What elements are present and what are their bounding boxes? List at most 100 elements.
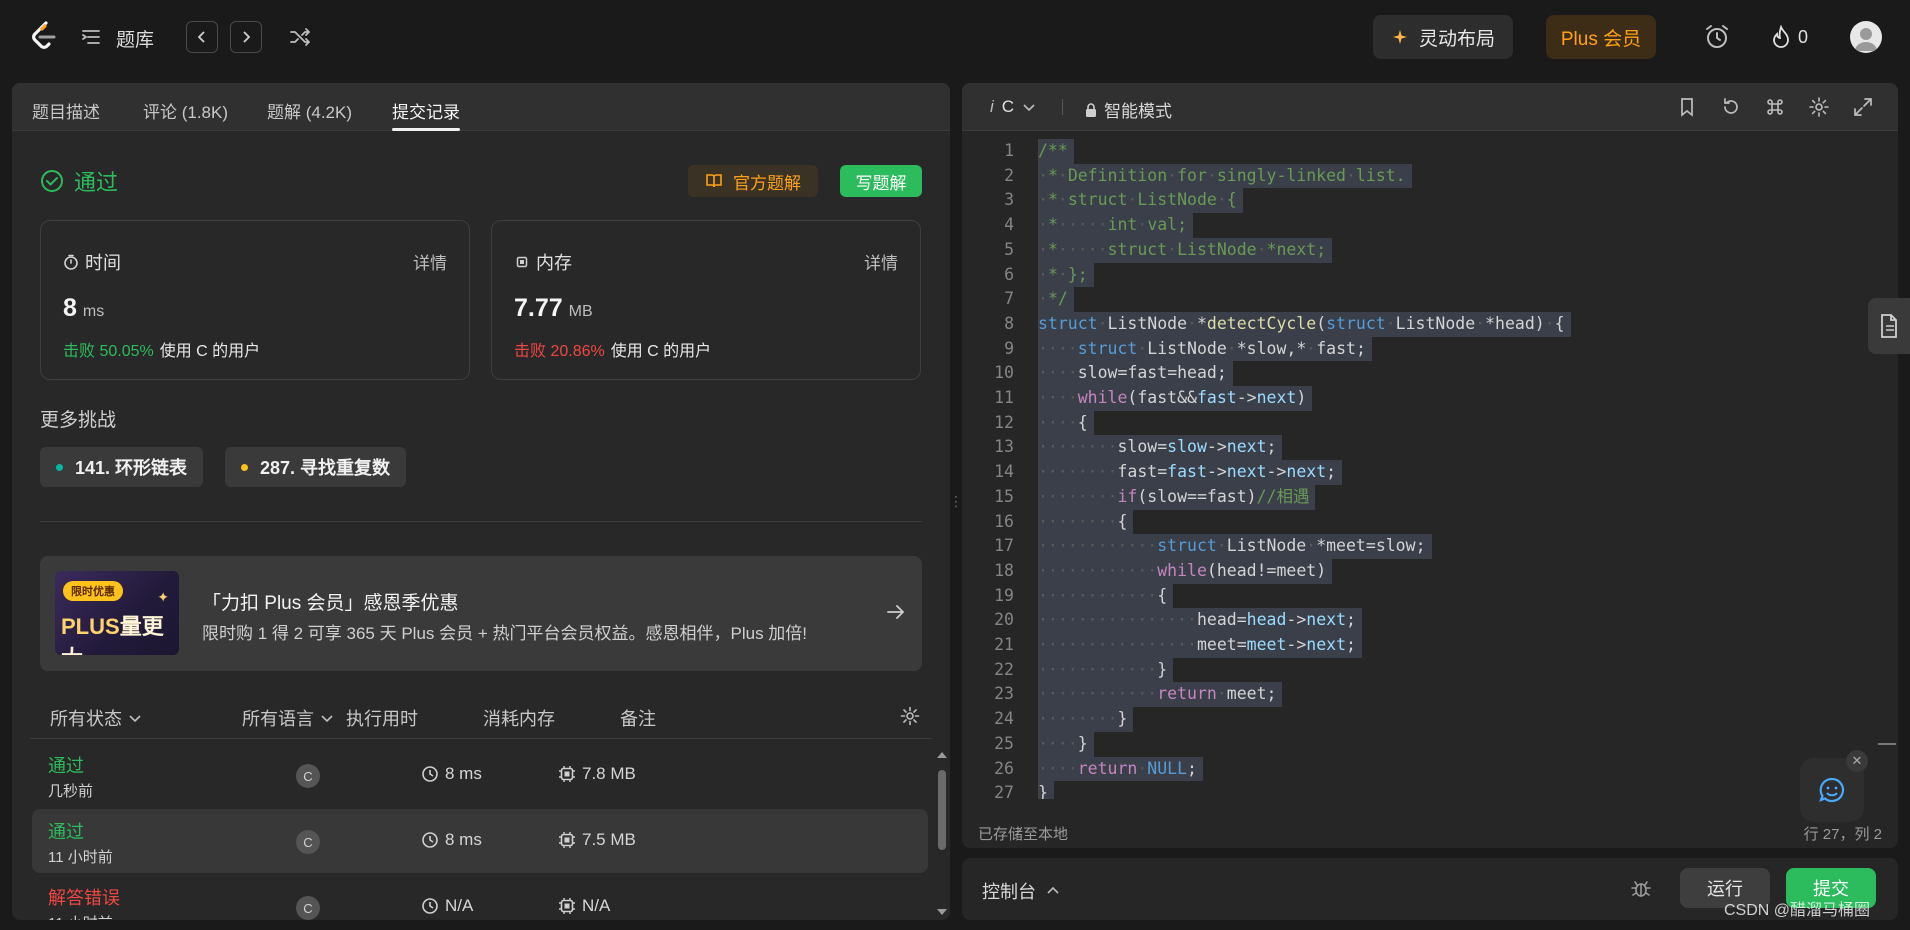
shuffle-icon[interactable] [288, 25, 312, 49]
reset-icon[interactable] [1720, 96, 1742, 118]
plus-promo-banner[interactable]: 限时优惠 ✦ PLUS量更大 「力扣 Plus 会员」感恩季优惠 限时购 1 得… [40, 556, 922, 671]
scrollbar-thumb[interactable] [938, 770, 946, 850]
table-row[interactable]: 通过 几秒前 C 8 ms 7.8 MB [32, 743, 928, 807]
tab-submissions[interactable]: 提交记录 [392, 98, 460, 123]
panel-splitter[interactable]: ⋮ [949, 83, 963, 920]
row-status[interactable]: 解答错误 [48, 884, 120, 910]
memory-card-title: 内存 [514, 249, 572, 275]
challenge-chip[interactable]: 287. 寻找重复数 [225, 447, 407, 487]
row-language-badge: C [296, 830, 320, 854]
code-line[interactable]: 13 ········slow=slow->next; [962, 435, 1898, 461]
code-line[interactable]: 11 ····while(fast&&fast->next) [962, 386, 1898, 411]
table-row[interactable]: 解答错误 11 小时前 C N/A N/A [32, 875, 928, 920]
code-line[interactable]: 6 ·*·}; [962, 262, 1898, 288]
code-line[interactable]: 3 ·*·struct·ListNode·{ [962, 188, 1898, 214]
promo-tag: 限时优惠 [63, 581, 123, 601]
code-line[interactable]: 19 ············{ [962, 583, 1898, 609]
user-avatar[interactable] [1850, 21, 1882, 53]
line-number: 13 [994, 437, 1014, 457]
code-line[interactable]: 7 ·*/ [962, 287, 1898, 312]
code-line[interactable]: 12 ····{ [962, 410, 1898, 436]
code-line[interactable]: 23 ············return·meet; [962, 682, 1898, 708]
code-line[interactable]: 22 ············} [962, 657, 1898, 683]
code-line[interactable]: 4 ·*·····int·val; [962, 213, 1898, 238]
code-editor[interactable]: 1 /** 2 ·*·Definition·for·singly-linked·lis… [962, 139, 1898, 799]
code-icon: i [990, 97, 994, 116]
console-toggle[interactable]: 控制台 [982, 878, 1060, 904]
submissions-scrollbar[interactable] [934, 748, 950, 918]
code-text: ·*/ [1038, 287, 1074, 312]
code-text: ········slow=slow->next; [1038, 435, 1283, 461]
line-number: 7 [1004, 289, 1014, 309]
memory-unit: MB [568, 303, 593, 320]
code-line[interactable]: 9 ····struct·ListNode·*slow,*·fast; [962, 336, 1898, 362]
side-note-button[interactable] [1868, 298, 1910, 354]
official-solution-button[interactable]: 官方题解 [688, 165, 818, 197]
difficulty-dot [56, 463, 63, 471]
code-line[interactable]: 21 ················meet=meet->next; [962, 633, 1898, 658]
row-status[interactable]: 通过 [48, 752, 84, 778]
gear-icon[interactable] [900, 706, 920, 726]
ai-layout-button[interactable]: 灵动布局 [1373, 15, 1513, 59]
runtime-detail-link[interactable]: 详情 [413, 249, 447, 274]
code-line[interactable]: 2 ·*·Definition·for·singly-linked·list. [962, 163, 1898, 189]
smart-mode-toggle[interactable]: 智能模式 [1084, 97, 1172, 122]
toolbar-separator [1062, 99, 1063, 115]
code-line[interactable]: 24 ········} [962, 707, 1898, 732]
next-problem-button[interactable] [230, 21, 262, 53]
command-icon[interactable] [1764, 96, 1786, 118]
row-status[interactable]: 通过 [48, 818, 84, 844]
settings-icon[interactable] [1808, 96, 1830, 118]
code-line[interactable]: 18 ············while(head!=meet) [962, 558, 1898, 584]
code-line[interactable]: 5 ·*·····struct·ListNode·*next; [962, 237, 1898, 263]
status-filter[interactable]: 所有状态 [50, 705, 142, 731]
language-select[interactable]: i C [990, 97, 1036, 117]
code-line[interactable]: 15 ········if(slow==fast)//相遇 [962, 484, 1898, 510]
close-icon[interactable]: ✕ [1846, 750, 1868, 772]
tab-comments[interactable]: 评论 (1.8K) [143, 98, 228, 123]
runtime-card[interactable]: 时间 详情 8 ms 击败 50.05% 使用 C 的用户 [40, 220, 470, 380]
problem-bank-title[interactable]: 题库 [116, 25, 154, 52]
editor-scrollbar[interactable] [1878, 139, 1896, 799]
leetcode-logo[interactable] [28, 20, 60, 52]
lock-icon [1086, 102, 1096, 117]
plus-member-button[interactable]: Plus 会员 [1546, 15, 1656, 59]
code-line[interactable]: 16 ········{ [962, 509, 1898, 535]
code-line[interactable]: 20 ················head=head->next; [962, 608, 1898, 633]
write-solution-button[interactable]: 写题解 [840, 165, 922, 197]
code-text: struct·ListNode·*detectCycle(struct·List… [1038, 311, 1571, 337]
challenge-chip[interactable]: 141. 环形链表 [40, 447, 204, 487]
memory-card[interactable]: 内存 详情 7.77 MB 击败 20.86% 使用 C 的用户 [491, 220, 921, 380]
alarm-clock-icon[interactable] [1703, 23, 1731, 51]
code-line[interactable]: 27} [962, 781, 1898, 799]
memory-number: 7.77 [514, 294, 563, 322]
code-line[interactable]: 10 ····slow=fast=head; [962, 361, 1898, 386]
challenge-label: 287. 寻找重复数 [260, 458, 391, 478]
active-tab-indicator [392, 128, 460, 131]
code-line[interactable]: 1 /** [962, 139, 1898, 164]
debug-icon[interactable] [1630, 877, 1652, 899]
memory-detail-link[interactable]: 详情 [864, 249, 898, 274]
code-line[interactable]: 14 ········fast=fast->next->next; [962, 460, 1898, 485]
fullscreen-icon[interactable] [1852, 96, 1874, 118]
save-status: 已存储至本地 [978, 826, 1069, 843]
bookmark-icon[interactable] [1676, 96, 1698, 118]
runtime-value: 8 ms [63, 294, 104, 323]
flame-icon[interactable] [1770, 25, 1792, 49]
code-line[interactable]: 8 struct·ListNode·*detectCycle(struct·Lis… [962, 311, 1898, 337]
row-runtime: 8 ms [421, 830, 482, 850]
scroll-up-icon[interactable] [934, 749, 950, 761]
code-line[interactable]: 26 ····return·NULL; [962, 756, 1898, 782]
tab-solutions[interactable]: 题解 (4.2K) [267, 98, 352, 123]
problem-list-icon[interactable] [80, 26, 102, 48]
code-line[interactable]: 17 ············struct·ListNode·*meet=slow… [962, 534, 1898, 559]
scroll-down-icon[interactable] [934, 906, 950, 918]
language-filter[interactable]: 所有语言 [242, 705, 334, 731]
line-number: 6 [1004, 264, 1014, 284]
clock-icon [422, 766, 438, 782]
arrow-right-icon[interactable] [884, 600, 908, 624]
prev-problem-button[interactable] [186, 21, 218, 53]
table-row[interactable]: 通过 11 小时前 C 8 ms 7.5 MB [32, 809, 928, 873]
code-line[interactable]: 25 ····} [962, 731, 1898, 757]
tab-description[interactable]: 题目描述 [32, 98, 100, 123]
